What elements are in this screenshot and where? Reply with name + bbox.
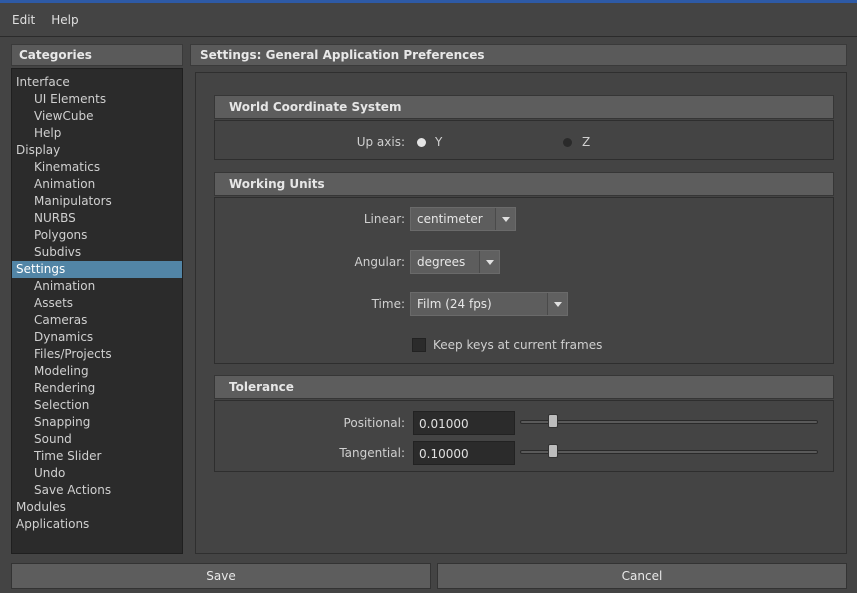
category-item-ui-elements[interactable]: UI Elements: [12, 91, 182, 108]
category-item-snapping[interactable]: Snapping: [12, 414, 182, 431]
category-item-applications[interactable]: Applications: [12, 516, 182, 533]
world-coordinate-section: [214, 120, 834, 160]
menu-edit[interactable]: Edit: [12, 13, 35, 27]
world-coordinate-section-header[interactable]: World Coordinate System: [214, 95, 834, 119]
category-item-dynamics[interactable]: Dynamics: [12, 329, 182, 346]
angular-dropdown[interactable]: degrees: [410, 250, 500, 274]
tangential-slider-thumb[interactable]: [548, 444, 558, 458]
time-dropdown[interactable]: Film (24 fps): [410, 292, 568, 316]
category-item-kinematics[interactable]: Kinematics: [12, 159, 182, 176]
positional-label: Positional:: [343, 416, 405, 430]
category-item-assets[interactable]: Assets: [12, 295, 182, 312]
menu-help[interactable]: Help: [51, 13, 78, 27]
settings-header: Settings: General Application Preference…: [190, 44, 847, 66]
tangential-label: Tangential:: [339, 446, 405, 460]
linear-dropdown[interactable]: centimeter: [410, 207, 516, 231]
chevron-down-icon: [547, 293, 567, 315]
radio-y[interactable]: [417, 138, 426, 147]
time-dropdown-value: Film (24 fps): [417, 297, 492, 311]
categories-header: Categories: [11, 44, 183, 66]
category-item-save-actions[interactable]: Save Actions: [12, 482, 182, 499]
working-units-section-header[interactable]: Working Units: [214, 172, 834, 196]
radio-y-label: Y: [435, 135, 443, 149]
category-item-rendering[interactable]: Rendering: [12, 380, 182, 397]
cancel-button[interactable]: Cancel: [437, 563, 847, 589]
category-item-display[interactable]: Display: [12, 142, 182, 159]
time-label: Time:: [371, 297, 405, 311]
categories-list: Interface UI Elements ViewCube Help Display K…: [11, 68, 183, 554]
category-item-animation[interactable]: Animation: [12, 278, 182, 295]
category-item-animation[interactable]: Animation: [12, 176, 182, 193]
category-item-settings[interactable]: Settings: [12, 261, 182, 278]
category-item-modeling[interactable]: Modeling: [12, 363, 182, 380]
save-button[interactable]: Save: [11, 563, 431, 589]
radio-z[interactable]: [563, 138, 572, 147]
tolerance-section: [214, 400, 834, 472]
angular-dropdown-value: degrees: [417, 255, 466, 269]
category-item-time-slider[interactable]: Time Slider: [12, 448, 182, 465]
positional-slider-track[interactable]: [520, 420, 818, 424]
positional-slider-thumb[interactable]: [548, 414, 558, 428]
category-item-undo[interactable]: Undo: [12, 465, 182, 482]
category-item-files-projects[interactable]: Files/Projects: [12, 346, 182, 363]
category-item-interface[interactable]: Interface: [12, 74, 182, 91]
category-item-subdivs[interactable]: Subdivs: [12, 244, 182, 261]
keep-keys-label: Keep keys at current frames: [433, 338, 603, 352]
radio-z-label: Z: [582, 135, 591, 149]
chevron-down-icon: [479, 251, 499, 273]
category-item-viewcube[interactable]: ViewCube: [12, 108, 182, 125]
category-item-manipulators[interactable]: Manipulators: [12, 193, 182, 210]
category-item-modules[interactable]: Modules: [12, 499, 182, 516]
positional-field[interactable]: 0.01000: [413, 411, 515, 435]
category-item-nurbs[interactable]: NURBS: [12, 210, 182, 227]
tangential-slider-track[interactable]: [520, 450, 818, 454]
category-item-cameras[interactable]: Cameras: [12, 312, 182, 329]
linear-label: Linear:: [363, 212, 405, 226]
linear-dropdown-value: centimeter: [417, 212, 483, 226]
up-axis-label: Up axis:: [356, 135, 405, 149]
keep-keys-checkbox[interactable]: [412, 338, 426, 352]
category-item-polygons[interactable]: Polygons: [12, 227, 182, 244]
tangential-field[interactable]: 0.10000: [413, 441, 515, 465]
category-item-sound[interactable]: Sound: [12, 431, 182, 448]
category-item-selection[interactable]: Selection: [12, 397, 182, 414]
menubar: Edit Help: [0, 3, 857, 37]
category-item-help[interactable]: Help: [12, 125, 182, 142]
tolerance-section-header[interactable]: Tolerance: [214, 375, 834, 399]
angular-label: Angular:: [354, 255, 406, 269]
chevron-down-icon: [495, 208, 515, 230]
